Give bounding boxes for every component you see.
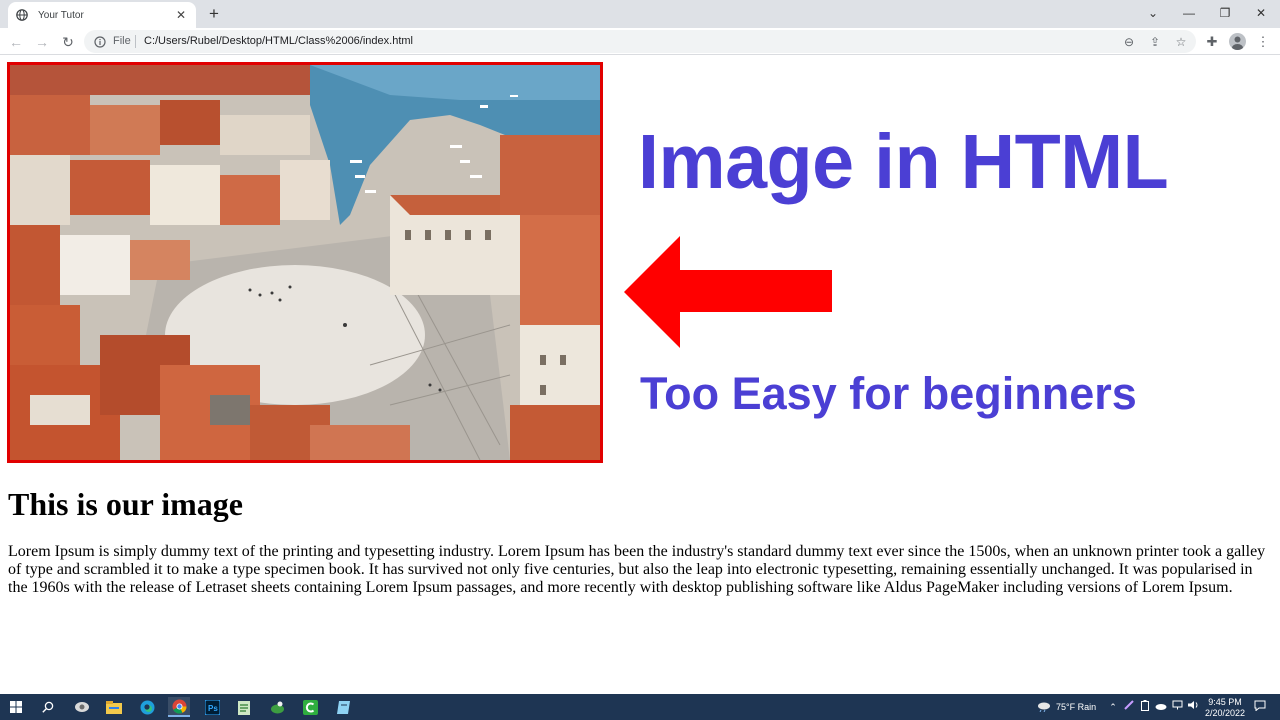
file-explorer-icon[interactable] [103, 697, 125, 717]
close-window-button[interactable]: ✕ [1249, 3, 1273, 23]
scheme-label: File [113, 35, 131, 47]
notes-app-icon[interactable] [332, 697, 354, 717]
tab-search-icon[interactable]: ⌄ [1141, 3, 1165, 23]
edge-browser-icon[interactable] [136, 697, 158, 717]
address-divider [135, 35, 136, 48]
search-icon[interactable] [37, 697, 59, 717]
weather-text[interactable]: 75°F Rain [1056, 702, 1096, 712]
battery-icon[interactable] [1139, 700, 1151, 714]
photoshop-icon[interactable]: Ps [201, 697, 223, 717]
restore-button[interactable]: ❐ [1213, 3, 1237, 23]
chrome-browser-icon[interactable] [168, 697, 190, 717]
paint-app-icon[interactable] [266, 697, 288, 717]
windows-taskbar: Ps 75°F Rain ⌃ 9:45 PM 2/20/2022 [0, 694, 1280, 720]
onedrive-cloud-icon[interactable] [1155, 700, 1167, 714]
browser-menu-icon[interactable]: ⋮ [1254, 33, 1272, 51]
windows-start-icon[interactable] [5, 697, 27, 717]
reload-button[interactable]: ↻ [58, 32, 78, 52]
share-icon[interactable]: ⇪ [1147, 34, 1163, 50]
svg-text:Ps: Ps [208, 704, 218, 713]
globe-icon [16, 9, 28, 21]
clock-date[interactable]: 2/20/2022 [1203, 708, 1247, 718]
weather-cloud-icon[interactable] [1037, 700, 1050, 714]
subline-text: Too Easy for beginners [640, 368, 1137, 419]
notepad-app-icon[interactable] [233, 697, 255, 717]
bookmark-star-icon[interactable]: ☆ [1173, 34, 1189, 50]
profile-avatar-icon[interactable] [1229, 33, 1246, 50]
zoom-icon[interactable]: ⊖ [1121, 34, 1137, 50]
url-text[interactable]: C:/Users/Rubel/Desktop/HTML/Class%2006/i… [144, 35, 413, 47]
tab-your-tutor[interactable]: Your Tutor ✕ [8, 2, 196, 28]
show-hidden-icons-chevron-icon[interactable]: ⌃ [1107, 700, 1119, 714]
pen-icon[interactable] [1123, 700, 1135, 714]
back-button[interactable]: ← [6, 32, 26, 52]
tab-title: Your Tutor [38, 9, 84, 21]
minimize-button[interactable]: — [1177, 3, 1201, 23]
network-icon[interactable] [1171, 700, 1183, 714]
town-aerial-image [7, 62, 603, 463]
page-heading: This is our image [8, 486, 243, 522]
browser-toolbar: ← → ↻ File C:/Users/Rubel/Desktop/HTML/C… [0, 28, 1280, 55]
tab-strip: Your Tutor ✕ + ⌄ — ❐ ✕ [0, 0, 1280, 28]
address-bar[interactable]: File C:/Users/Rubel/Desktop/HTML/Class%2… [84, 30, 1196, 53]
tab-close-icon[interactable]: ✕ [174, 8, 188, 22]
cortana-app-icon[interactable] [71, 697, 93, 717]
notifications-icon[interactable] [1253, 700, 1267, 714]
clock-time[interactable]: 9:45 PM [1207, 697, 1243, 707]
forward-button[interactable]: → [32, 32, 52, 52]
headline-text: Image in HTML [638, 119, 1169, 205]
extensions-puzzle-icon[interactable]: ✚ [1203, 33, 1221, 51]
lorem-paragraph: Lorem Ipsum is simply dummy text of the … [8, 543, 1266, 596]
new-tab-button[interactable]: + [204, 4, 224, 24]
camtasia-app-icon[interactable] [299, 697, 321, 717]
volume-icon[interactable] [1187, 700, 1199, 714]
left-arrow-icon [624, 236, 832, 348]
info-icon[interactable] [94, 35, 106, 48]
